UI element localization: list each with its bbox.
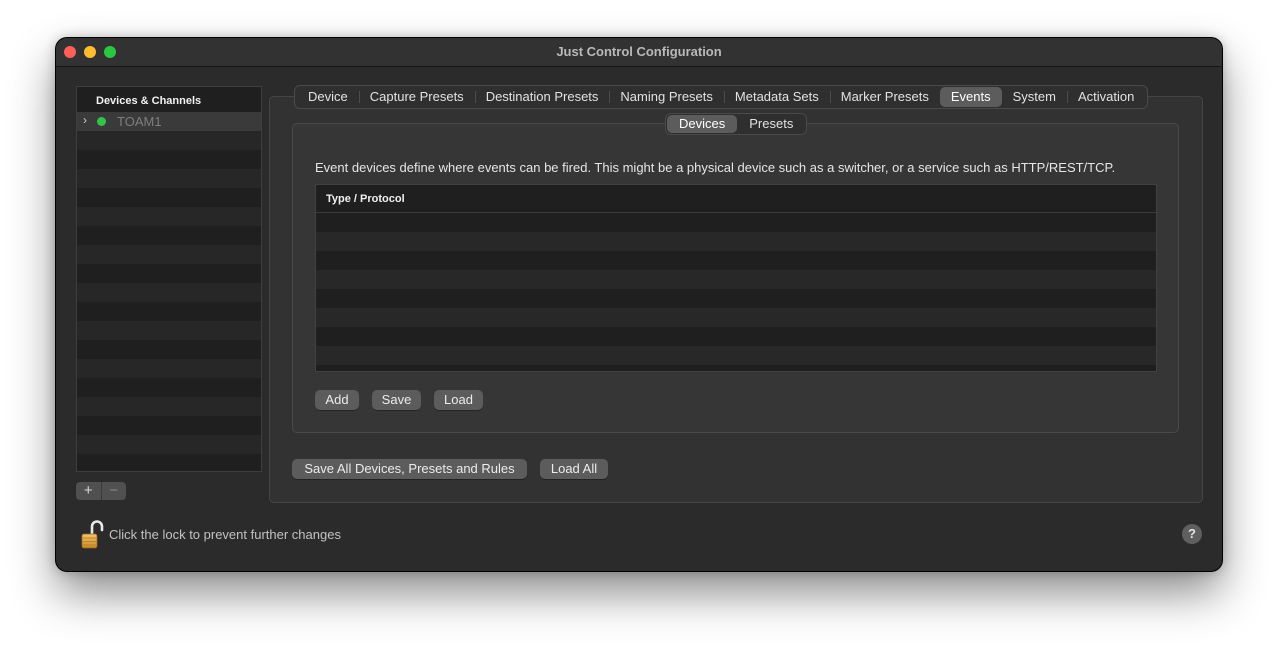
empty-row bbox=[77, 207, 261, 226]
event-devices-table[interactable]: Type / Protocol bbox=[315, 184, 1157, 372]
empty-row bbox=[77, 435, 261, 454]
save-event-devices-button[interactable]: Save bbox=[372, 390, 421, 410]
empty-row bbox=[77, 340, 261, 359]
empty-row bbox=[77, 150, 261, 169]
add-device-button[interactable]: + bbox=[76, 482, 101, 500]
save-all-button[interactable]: Save All Devices, Presets and Rules bbox=[292, 459, 527, 479]
events-description: Event devices define where events can be… bbox=[315, 160, 1116, 175]
title-bar: Just Control Configuration bbox=[56, 38, 1222, 67]
tab-device[interactable]: Device bbox=[297, 87, 359, 107]
lock-status-text: Click the lock to prevent further change… bbox=[109, 527, 341, 542]
subtab-devices[interactable]: Devices bbox=[667, 115, 738, 133]
tab-events[interactable]: Events bbox=[939, 87, 1002, 107]
tab-bar: Device Capture Presets Destination Prese… bbox=[294, 85, 1149, 109]
empty-row bbox=[77, 454, 261, 471]
tab-activation[interactable]: Activation bbox=[1066, 87, 1145, 107]
sidebar-item-label: TOAM1 bbox=[117, 114, 162, 129]
window-title: Just Control Configuration bbox=[556, 44, 722, 59]
table-row bbox=[316, 213, 1156, 232]
chevron-right-icon[interactable]: › bbox=[83, 113, 87, 127]
load-all-button[interactable]: Load All bbox=[540, 459, 608, 479]
tab-capture-presets[interactable]: Capture Presets bbox=[358, 87, 475, 107]
empty-row bbox=[77, 321, 261, 340]
tab-metadata-sets[interactable]: Metadata Sets bbox=[723, 87, 830, 107]
empty-row bbox=[77, 378, 261, 397]
table-row bbox=[316, 346, 1156, 365]
add-event-device-button[interactable]: Add bbox=[315, 390, 359, 410]
empty-row bbox=[77, 226, 261, 245]
add-remove-control: + − bbox=[76, 482, 126, 500]
app-window: Just Control Configuration Devices & Cha… bbox=[56, 38, 1222, 571]
sidebar-item-toam1[interactable]: › TOAM1 bbox=[77, 112, 261, 131]
lock-open-icon[interactable] bbox=[80, 519, 104, 551]
table-row bbox=[316, 327, 1156, 346]
help-icon[interactable]: ? bbox=[1182, 524, 1202, 544]
table-row bbox=[316, 308, 1156, 327]
empty-row bbox=[77, 397, 261, 416]
load-event-devices-button[interactable]: Load bbox=[434, 390, 483, 410]
empty-row bbox=[77, 245, 261, 264]
empty-row bbox=[77, 169, 261, 188]
table-row bbox=[316, 289, 1156, 308]
subtab-bar: Devices Presets bbox=[665, 113, 808, 135]
column-header-type-protocol[interactable]: Type / Protocol bbox=[316, 185, 1156, 213]
table-row bbox=[316, 232, 1156, 251]
tab-destination-presets[interactable]: Destination Presets bbox=[474, 87, 610, 107]
status-dot-icon bbox=[97, 117, 106, 126]
tab-marker-presets[interactable]: Marker Presets bbox=[829, 87, 940, 107]
empty-row bbox=[77, 302, 261, 321]
devices-channels-list: Devices & Channels › TOAM1 bbox=[76, 86, 262, 472]
empty-row bbox=[77, 131, 261, 150]
empty-row bbox=[77, 359, 261, 378]
empty-row bbox=[77, 188, 261, 207]
remove-device-button[interactable]: − bbox=[100, 482, 127, 500]
empty-row bbox=[77, 283, 261, 302]
tab-system[interactable]: System bbox=[1002, 87, 1067, 107]
tab-naming-presets[interactable]: Naming Presets bbox=[609, 87, 723, 107]
empty-row bbox=[77, 416, 261, 435]
empty-row bbox=[77, 264, 261, 283]
sidebar-header: Devices & Channels bbox=[77, 87, 261, 112]
table-row bbox=[316, 251, 1156, 270]
subtab-presets[interactable]: Presets bbox=[737, 115, 805, 133]
table-row bbox=[316, 270, 1156, 289]
